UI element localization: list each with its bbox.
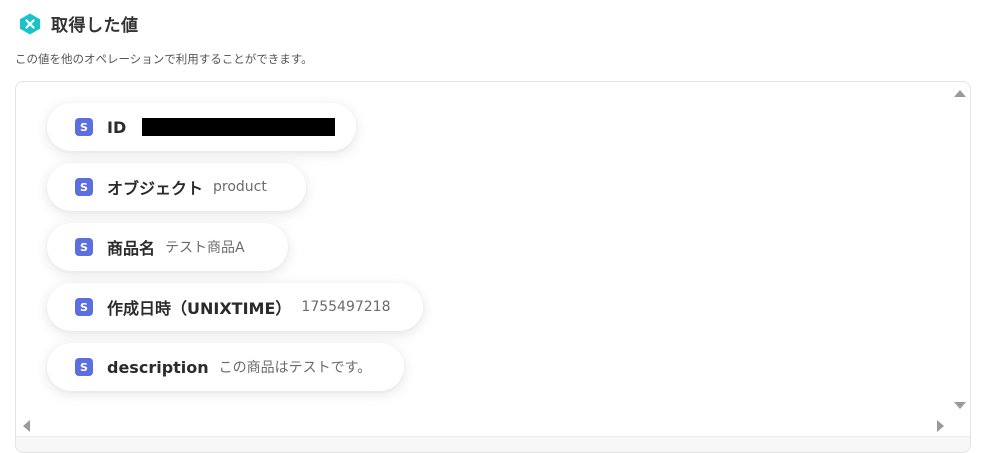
string-type-badge: S [75, 238, 93, 256]
chip-value: この商品はテストです。 [218, 360, 372, 376]
chip-label: 商品名 [107, 239, 156, 258]
string-type-badge: S [75, 358, 93, 376]
chip-label: オブジェクト [107, 179, 204, 198]
string-type-badge: S [75, 118, 93, 136]
section-header: 取得した値 [18, 11, 139, 36]
output-chip-description[interactable]: S description この商品はテストです。 [47, 343, 404, 391]
chip-value: 1755497218 [301, 299, 391, 315]
section-description: この値を他のオペレーションで利用することができます。 [15, 52, 313, 66]
scroll-down-arrow-icon[interactable] [954, 402, 966, 409]
scroll-up-arrow-icon[interactable] [954, 90, 966, 97]
string-type-badge: S [75, 298, 93, 316]
chip-value: product [213, 179, 267, 195]
yoom-x-hexagon-icon [20, 13, 40, 34]
chip-label: description [107, 357, 209, 377]
chip-value: テスト商品A [165, 240, 245, 256]
string-type-badge: S [75, 178, 93, 196]
output-chip-created-at[interactable]: S 作成日時（UNIXTIME） 1755497218 [47, 283, 423, 331]
output-chip-product-name[interactable]: S 商品名 テスト商品A [47, 223, 288, 271]
scroll-left-arrow-icon[interactable] [23, 420, 30, 432]
chip-label: 作成日時（UNIXTIME） [107, 299, 292, 318]
page-title: 取得した値 [51, 16, 139, 36]
horizontal-scrollbar[interactable] [16, 436, 970, 452]
chip-label: ID [107, 117, 127, 137]
output-values-panel: S ID S オブジェクト product S 商品名 テスト商品A S 作成日… [15, 81, 971, 453]
output-chip-id[interactable]: S ID [47, 103, 356, 151]
output-chip-object[interactable]: S オブジェクト product [47, 163, 306, 211]
scroll-right-arrow-icon[interactable] [937, 420, 944, 432]
redacted-value-block [142, 118, 336, 136]
